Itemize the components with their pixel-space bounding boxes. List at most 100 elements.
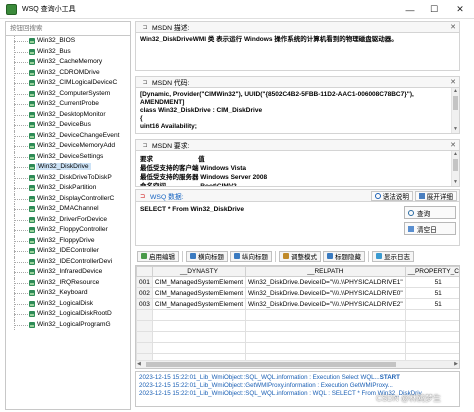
- toolbar-button-label: 纵向标题: [242, 254, 268, 261]
- sidebar-item[interactable]: Win32_FloppyDrive: [6, 235, 130, 246]
- minimize-button[interactable]: —: [398, 0, 422, 19]
- query-button[interactable]: 查询: [404, 206, 456, 219]
- expand-detail-button[interactable]: 展开详细: [414, 191, 457, 201]
- sidebar-item[interactable]: Win32_IDEControllerDevi: [6, 256, 130, 267]
- sidebar-item[interactable]: Win32_CDROMDrive: [6, 67, 130, 78]
- scroll-thumb[interactable]: [453, 96, 458, 110]
- sidebar-item[interactable]: Win32_LogicalProgramG: [6, 319, 130, 330]
- close-icon[interactable]: ✕: [450, 23, 456, 31]
- close-icon[interactable]: ✕: [450, 78, 456, 86]
- enable-edit-button[interactable]: 启用编辑: [137, 250, 179, 262]
- scroll-up-icon[interactable]: ▲: [452, 88, 459, 95]
- column-header[interactable]: __RELPATH: [245, 266, 406, 277]
- table-cell[interactable]: 51: [404, 298, 459, 310]
- sidebar-item[interactable]: Win32_DisplayControllerC: [6, 193, 130, 204]
- pin-icon[interactable]: ⊐: [141, 141, 149, 149]
- sidebar-item[interactable]: Win32_DiskDriveToDiskP: [6, 172, 130, 183]
- scroll-left-icon[interactable]: ◀: [137, 361, 141, 367]
- req-scrollbar[interactable]: ▲ ▼: [451, 151, 459, 186]
- table-cell[interactable]: Win32_DiskDrive.DeviceID="\\\\.\\PHYSICA…: [245, 287, 406, 299]
- horizontal-title-button[interactable]: 横向标题: [186, 250, 228, 262]
- tree-line: [14, 324, 28, 326]
- sidebar-item[interactable]: Win32_DMAChannel: [6, 204, 130, 215]
- sidebar-item-label: Win32_DiskDrive: [36, 163, 91, 170]
- sidebar-item[interactable]: Win32_ComputerSystem: [6, 88, 130, 99]
- table-cell[interactable]: 002: [136, 287, 153, 299]
- code-scrollbar[interactable]: ▲ ▼: [451, 88, 459, 133]
- pin-icon[interactable]: ⊐: [141, 23, 149, 31]
- show-log-button[interactable]: 显示日志: [372, 250, 414, 262]
- sidebar-item[interactable]: Win32_FloppyController: [6, 225, 130, 236]
- column-header[interactable]: __DYNASTY: [151, 266, 247, 277]
- sidebar-item[interactable]: Win32_DeviceSettings: [6, 151, 130, 162]
- table-cell[interactable]: CIM_ManagedSystemElement: [151, 276, 247, 288]
- sidebar-item[interactable]: Win32_CIMLogicalDeviceC: [6, 78, 130, 89]
- column-header[interactable]: __PROPERTY_COU: [404, 266, 459, 277]
- code-line: {: [140, 115, 143, 122]
- sidebar-item[interactable]: Win32_Keyboard: [6, 288, 130, 299]
- close-icon[interactable]: ✕: [450, 141, 456, 149]
- hide-title-button[interactable]: 标题隐藏: [323, 250, 365, 262]
- tree-line: [14, 93, 28, 95]
- sidebar-item[interactable]: Win32_LogicalDiskRootD: [6, 309, 130, 320]
- syntax-help-button[interactable]: 语法说明: [370, 191, 413, 201]
- sidebar-item[interactable]: Win32_DiskPartition: [6, 183, 130, 194]
- sidebar-item[interactable]: Win32_DriverForDevice: [6, 214, 130, 225]
- table-row[interactable]: 002 CIM_ManagedSystemElement Win32_DiskDri…: [136, 287, 459, 299]
- class-icon: [29, 153, 35, 160]
- requirement-line: 要求 值: [140, 156, 205, 163]
- sidebar-search-input[interactable]: [6, 22, 130, 35]
- tree-line: [14, 293, 28, 294]
- column-header[interactable]: [136, 266, 153, 277]
- table-cell[interactable]: 001: [136, 276, 153, 288]
- sidebar-item[interactable]: Win32_CurrentProbe: [6, 99, 130, 110]
- tree-line: [14, 198, 28, 200]
- log-line: 2023-12-15 15:22:01_Lib_WmiObject::GetWM…: [139, 382, 456, 390]
- sidebar-item[interactable]: Win32_DiskDrive: [6, 162, 130, 173]
- sidebar-item[interactable]: Win32_DeviceChangeEvent: [6, 130, 130, 141]
- empty-cell: [136, 342, 153, 354]
- close-button[interactable]: ✕: [446, 0, 474, 19]
- table-cell[interactable]: Win32_DiskDrive.DeviceID="\\\\.\\PHYSICA…: [245, 276, 406, 288]
- table-row[interactable]: 001 CIM_ManagedSystemElement Win32_DiskDri…: [136, 276, 459, 288]
- sidebar-item[interactable]: Win32_DeviceBus: [6, 120, 130, 131]
- pin-icon[interactable]: ⊐: [141, 78, 149, 86]
- table-row[interactable]: 003 CIM_ManagedSystemElement Win32_DiskDri…: [136, 298, 459, 310]
- sidebar-item[interactable]: Win32_InfraredDevice: [6, 267, 130, 278]
- sidebar-item[interactable]: Win32_CacheMemory: [6, 57, 130, 68]
- table-header-row: __DYNASTY__RELPATH__PROPERTY_COU: [136, 266, 459, 277]
- sidebar-item[interactable]: Win32_IDEController: [6, 246, 130, 257]
- sidebar-item[interactable]: Win32_IRQResource: [6, 277, 130, 288]
- scroll-down-icon[interactable]: ▼: [452, 126, 459, 133]
- scroll-thumb[interactable]: [453, 159, 458, 171]
- sidebar-item[interactable]: Win32_BIOS: [6, 36, 130, 47]
- main-area: ⊐ MSDN 描述: ✕ Win32_DiskDriveWMI 类 表示运行 W…: [135, 21, 460, 410]
- table-cell[interactable]: CIM_ManagedSystemElement: [151, 287, 247, 299]
- scroll-up-icon[interactable]: ▲: [452, 151, 459, 158]
- pin-icon[interactable]: ⊐: [140, 193, 145, 200]
- class-icon: [29, 279, 35, 286]
- scroll-thumb[interactable]: [146, 362, 396, 367]
- adjust-mode-button[interactable]: 调整模式: [279, 250, 321, 262]
- maximize-button[interactable]: ☐: [422, 0, 446, 19]
- sidebar-item[interactable]: Win32_DesktopMonitor: [6, 109, 130, 120]
- table-cell[interactable]: 51: [404, 287, 459, 299]
- empty-cell: [404, 331, 459, 343]
- empty-cell: [151, 320, 247, 332]
- sidebar-item[interactable]: Win32_Bus: [6, 46, 130, 57]
- scroll-down-icon[interactable]: ▼: [452, 179, 459, 186]
- table-cell[interactable]: Win32_DiskDrive.DeviceID="\\\\.\\PHYSICA…: [245, 298, 406, 310]
- clear-log-button[interactable]: 清空日: [404, 222, 456, 235]
- sql-editor[interactable]: SELECT * From Win32_DiskDrive 查询 清空日: [135, 202, 460, 246]
- table-cell[interactable]: 003: [136, 298, 153, 310]
- table-cell[interactable]: CIM_ManagedSystemElement: [151, 298, 247, 310]
- msdn-req-title: MSDN 要求:: [152, 143, 190, 150]
- table-cell[interactable]: 51: [404, 276, 459, 288]
- sidebar-item[interactable]: Win32_LogicalDisk: [6, 298, 130, 309]
- grid-h-scrollbar[interactable]: ◀ ▶: [136, 360, 459, 368]
- sidebar-item[interactable]: Win32_DeviceMemoryAdd: [6, 141, 130, 152]
- class-icon: [29, 195, 35, 202]
- sidebar-item-label: Win32_DeviceChangeEvent: [37, 131, 120, 139]
- vertical-title-button[interactable]: 纵向标题: [230, 250, 272, 262]
- scroll-right-icon[interactable]: ▶: [454, 361, 458, 367]
